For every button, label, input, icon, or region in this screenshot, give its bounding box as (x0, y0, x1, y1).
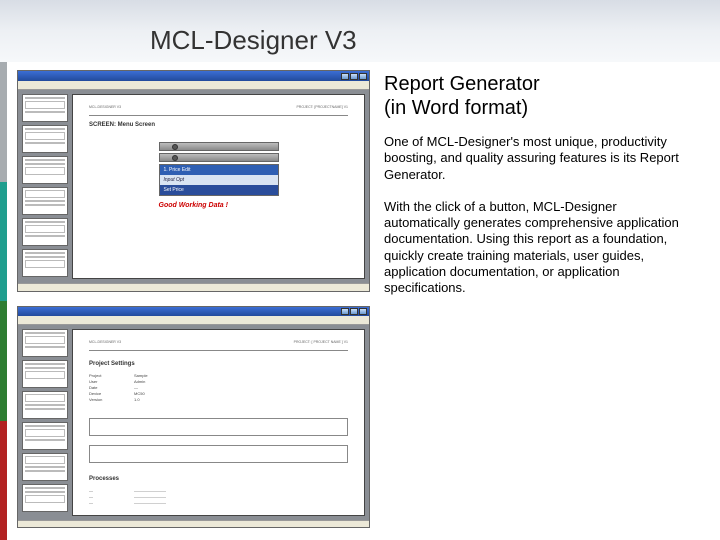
accent-gray (0, 62, 7, 182)
callout-text: Good Working Data ! (159, 202, 279, 209)
slide-body: MCL-DESIGNER V3 PROJECT: [PROJECTNAME] V… (0, 62, 720, 540)
page-thumb (22, 125, 68, 153)
report-page: MCL-DESIGNER V3 PROJECT: [PROJECTNAME] V… (72, 94, 365, 279)
section-heading: Report Generator (in Word format) (384, 72, 696, 120)
meta-key: Version (89, 397, 134, 402)
accent-bar (0, 62, 7, 540)
accent-green (0, 301, 7, 421)
page-thumb (22, 360, 68, 388)
accent-red (0, 421, 7, 540)
page-thumb (22, 94, 68, 122)
page-thumbnails (22, 329, 68, 516)
page-thumb (22, 329, 68, 357)
meta-val: MC50 (134, 391, 348, 396)
device-menu: 1. Price Edit Input Opt Set Price (159, 164, 279, 196)
radio-icon (172, 155, 178, 161)
maximize-icon (350, 308, 358, 315)
menu-row-1: 1. Price Edit (160, 165, 278, 175)
page-header-left: MCL-DESIGNER V3 (89, 340, 121, 344)
left-column: MCL-DESIGNER V3 PROJECT: [PROJECTNAME] V… (0, 62, 380, 540)
page-thumb (22, 422, 68, 450)
meta-val: Admin (134, 379, 348, 384)
heading-line-2: (in Word format) (384, 97, 528, 119)
menu-row-3: Set Price (160, 185, 278, 195)
window-statusbar (18, 520, 369, 527)
accent-teal (0, 182, 7, 302)
page-thumb (22, 391, 68, 419)
page-header-left: MCL-DESIGNER V3 (89, 105, 121, 109)
meta-val: — (134, 385, 348, 390)
window-titlebar (18, 307, 369, 316)
heading-line-1: Report Generator (384, 73, 540, 95)
window-toolbar (18, 316, 369, 324)
window-statusbar (18, 283, 369, 291)
window-titlebar (18, 71, 369, 81)
page-header-right: PROJECT: [ PROJECT NAME ] V1 (294, 340, 348, 344)
radio-icon (172, 144, 178, 150)
settings-row (89, 418, 348, 436)
meta-key: Date (89, 385, 134, 390)
page-header: MCL-DESIGNER V3 PROJECT: [ PROJECT NAME … (89, 340, 348, 344)
window-toolbar (18, 81, 369, 90)
meta-key: Device (89, 391, 134, 396)
divider (89, 350, 348, 351)
screenshot-2: MCL-DESIGNER V3 PROJECT: [ PROJECT NAME … (17, 306, 370, 528)
divider (89, 115, 348, 116)
page-header-right: PROJECT: [PROJECTNAME] V1 (296, 105, 348, 109)
screenshot-1: MCL-DESIGNER V3 PROJECT: [PROJECTNAME] V… (17, 70, 370, 292)
device-mock: 1. Price Edit Input Opt Set Price Good W… (159, 142, 279, 209)
meta-key: Project (89, 373, 134, 378)
maximize-icon (350, 73, 358, 80)
report-page: MCL-DESIGNER V3 PROJECT: [ PROJECT NAME … (72, 329, 365, 516)
device-topbar (159, 142, 279, 151)
page-thumb (22, 453, 68, 481)
page-header: MCL-DESIGNER V3 PROJECT: [PROJECTNAME] V… (89, 105, 348, 109)
page-thumb (22, 484, 68, 512)
page-thumbnails (22, 94, 68, 279)
minimize-icon (341, 73, 349, 80)
section-title: Project Settings (89, 361, 348, 367)
body-paragraph-1: One of MCL-Designer's most unique, produ… (384, 134, 696, 183)
slide-header: MCL-Designer V3 (0, 0, 720, 62)
meta-val: 1.0 (134, 397, 348, 402)
window-body: MCL-DESIGNER V3 PROJECT: [PROJECTNAME] V… (18, 90, 369, 283)
right-column: Report Generator (in Word format) One of… (380, 62, 720, 540)
meta-key: User (89, 379, 134, 384)
menu-row-2: Input Opt (160, 175, 278, 185)
page-thumb (22, 187, 68, 215)
section-title: Processes (89, 476, 348, 482)
project-meta: ProjectSample UserAdmin Date— DeviceMC50… (89, 373, 348, 402)
page-thumb (22, 218, 68, 246)
settings-row (89, 445, 348, 463)
window-body: MCL-DESIGNER V3 PROJECT: [ PROJECT NAME … (18, 325, 369, 520)
screenshots-column: MCL-DESIGNER V3 PROJECT: [PROJECTNAME] V… (7, 62, 380, 540)
close-icon (359, 73, 367, 80)
slide-title: MCL-Designer V3 (150, 25, 357, 56)
device-topbar (159, 153, 279, 162)
page-subtitle: SCREEN: Menu Screen (89, 122, 348, 128)
page-thumb (22, 156, 68, 184)
process-list: ————————— ————————— ————————— (89, 488, 348, 505)
body-paragraph-2: With the click of a button, MCL-Designer… (384, 199, 696, 297)
page-thumb (22, 249, 68, 277)
meta-val: Sample (134, 373, 348, 378)
close-icon (359, 308, 367, 315)
minimize-icon (341, 308, 349, 315)
